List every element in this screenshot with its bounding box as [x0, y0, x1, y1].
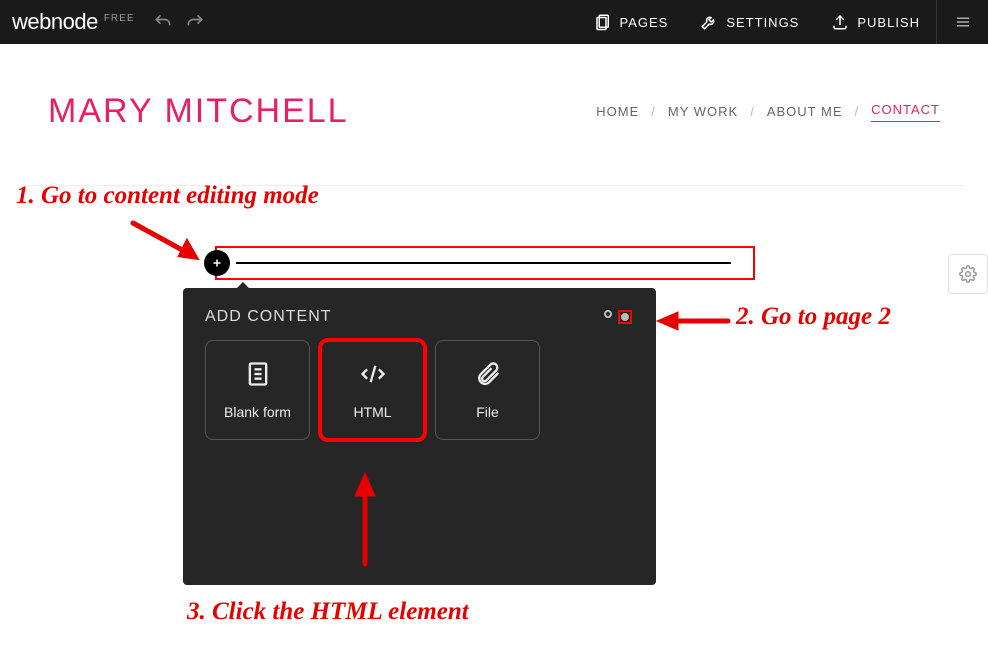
tile-label: Blank form	[224, 404, 291, 420]
nav-separator: /	[750, 104, 755, 119]
settings-label: SETTINGS	[726, 15, 799, 30]
annotation-arrow-1	[125, 215, 215, 280]
tile-label: File	[476, 404, 499, 420]
section-settings-button[interactable]	[948, 254, 988, 294]
wrench-icon	[700, 13, 718, 31]
hamburger-icon	[954, 13, 972, 31]
form-icon	[244, 360, 272, 388]
content-tiles: Blank form HTML File	[205, 340, 634, 440]
publish-label: PUBLISH	[857, 15, 920, 30]
history-controls	[150, 9, 208, 35]
brand-text: webnode	[12, 9, 98, 35]
site-nav: HOME / MY WORK / ABOUT ME / CONTACT	[596, 102, 940, 122]
brand-logo[interactable]: webnode FREE	[12, 9, 134, 35]
upload-icon	[831, 13, 849, 31]
gear-icon	[959, 265, 977, 283]
redo-button[interactable]	[182, 9, 208, 35]
tile-file[interactable]: File	[435, 340, 540, 440]
add-content-panel: ADD CONTENT Blank form HTML File	[183, 288, 656, 585]
nav-separator: /	[651, 104, 656, 119]
plan-badge: FREE	[104, 13, 135, 24]
annotation-step3: 3. Click the HTML element	[187, 598, 469, 626]
panel-pagination	[602, 308, 634, 326]
insert-content-handle[interactable]	[215, 246, 755, 280]
pages-icon	[594, 13, 612, 31]
settings-button[interactable]: SETTINGS	[684, 0, 815, 44]
undo-button[interactable]	[150, 9, 176, 35]
panel-title: ADD CONTENT	[205, 308, 332, 326]
pagination-dot-2[interactable]	[621, 313, 629, 321]
nav-my-work[interactable]: MY WORK	[668, 104, 738, 119]
site-title[interactable]: MARY MITCHELL	[48, 92, 349, 131]
paperclip-icon	[474, 360, 502, 388]
nav-home[interactable]: HOME	[596, 104, 639, 119]
hamburger-menu-button[interactable]	[936, 0, 988, 44]
nav-contact[interactable]: CONTACT	[871, 102, 940, 122]
page-header: MARY MITCHELL HOME / MY WORK / ABOUT ME …	[24, 44, 964, 155]
pages-label: PAGES	[620, 15, 669, 30]
app-topbar: webnode FREE PAGES SETTINGS PUBLISH	[0, 0, 988, 44]
pages-button[interactable]: PAGES	[578, 0, 685, 44]
insert-line	[236, 262, 731, 264]
nav-about-me[interactable]: ABOUT ME	[767, 104, 843, 119]
nav-separator: /	[855, 104, 860, 119]
tile-blank-form[interactable]: Blank form	[205, 340, 310, 440]
code-icon	[356, 360, 390, 388]
annotation-highlight-page2	[618, 310, 632, 324]
tile-label: HTML	[353, 404, 391, 420]
pagination-dot-1[interactable]	[604, 310, 612, 318]
annotation-step2: 2. Go to page 2	[736, 303, 891, 331]
annotation-arrow-3	[350, 472, 380, 577]
annotation-step1: 1. Go to content editing mode	[16, 182, 319, 210]
publish-button[interactable]: PUBLISH	[815, 0, 936, 44]
annotation-arrow-2	[656, 309, 734, 338]
tile-html[interactable]: HTML	[320, 340, 425, 440]
